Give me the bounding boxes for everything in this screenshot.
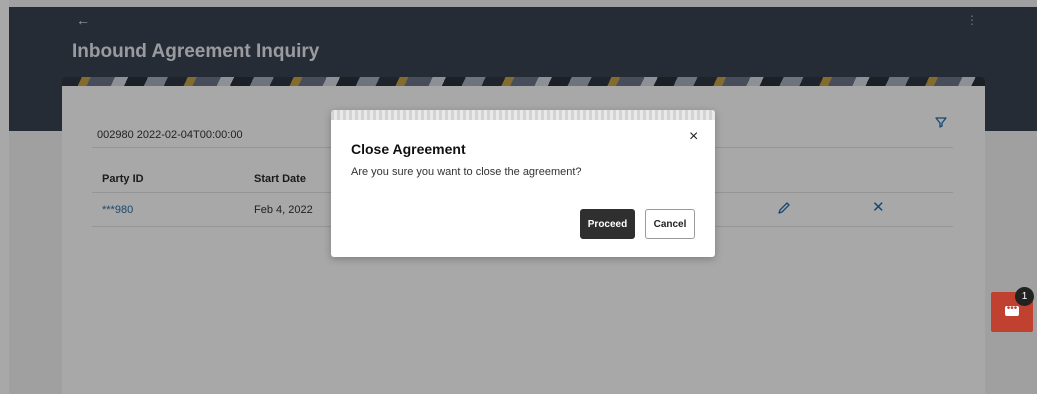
dialog-title: Close Agreement <box>351 141 466 157</box>
dialog-message: Are you sure you want to close the agree… <box>351 166 582 178</box>
dialog-header-stripe <box>331 110 715 120</box>
close-agreement-dialog: × Close Agreement Are you sure you want … <box>331 110 715 257</box>
app-screen: ← ⋮ Inbound Agreement Inquiry 002980 202… <box>0 0 1037 394</box>
notification-badge: 1 <box>1015 287 1034 306</box>
cancel-button[interactable]: Cancel <box>645 209 695 239</box>
proceed-button[interactable]: Proceed <box>580 209 635 239</box>
chat-dots: ••• <box>1006 303 1018 314</box>
dialog-close-icon[interactable]: × <box>689 129 698 145</box>
